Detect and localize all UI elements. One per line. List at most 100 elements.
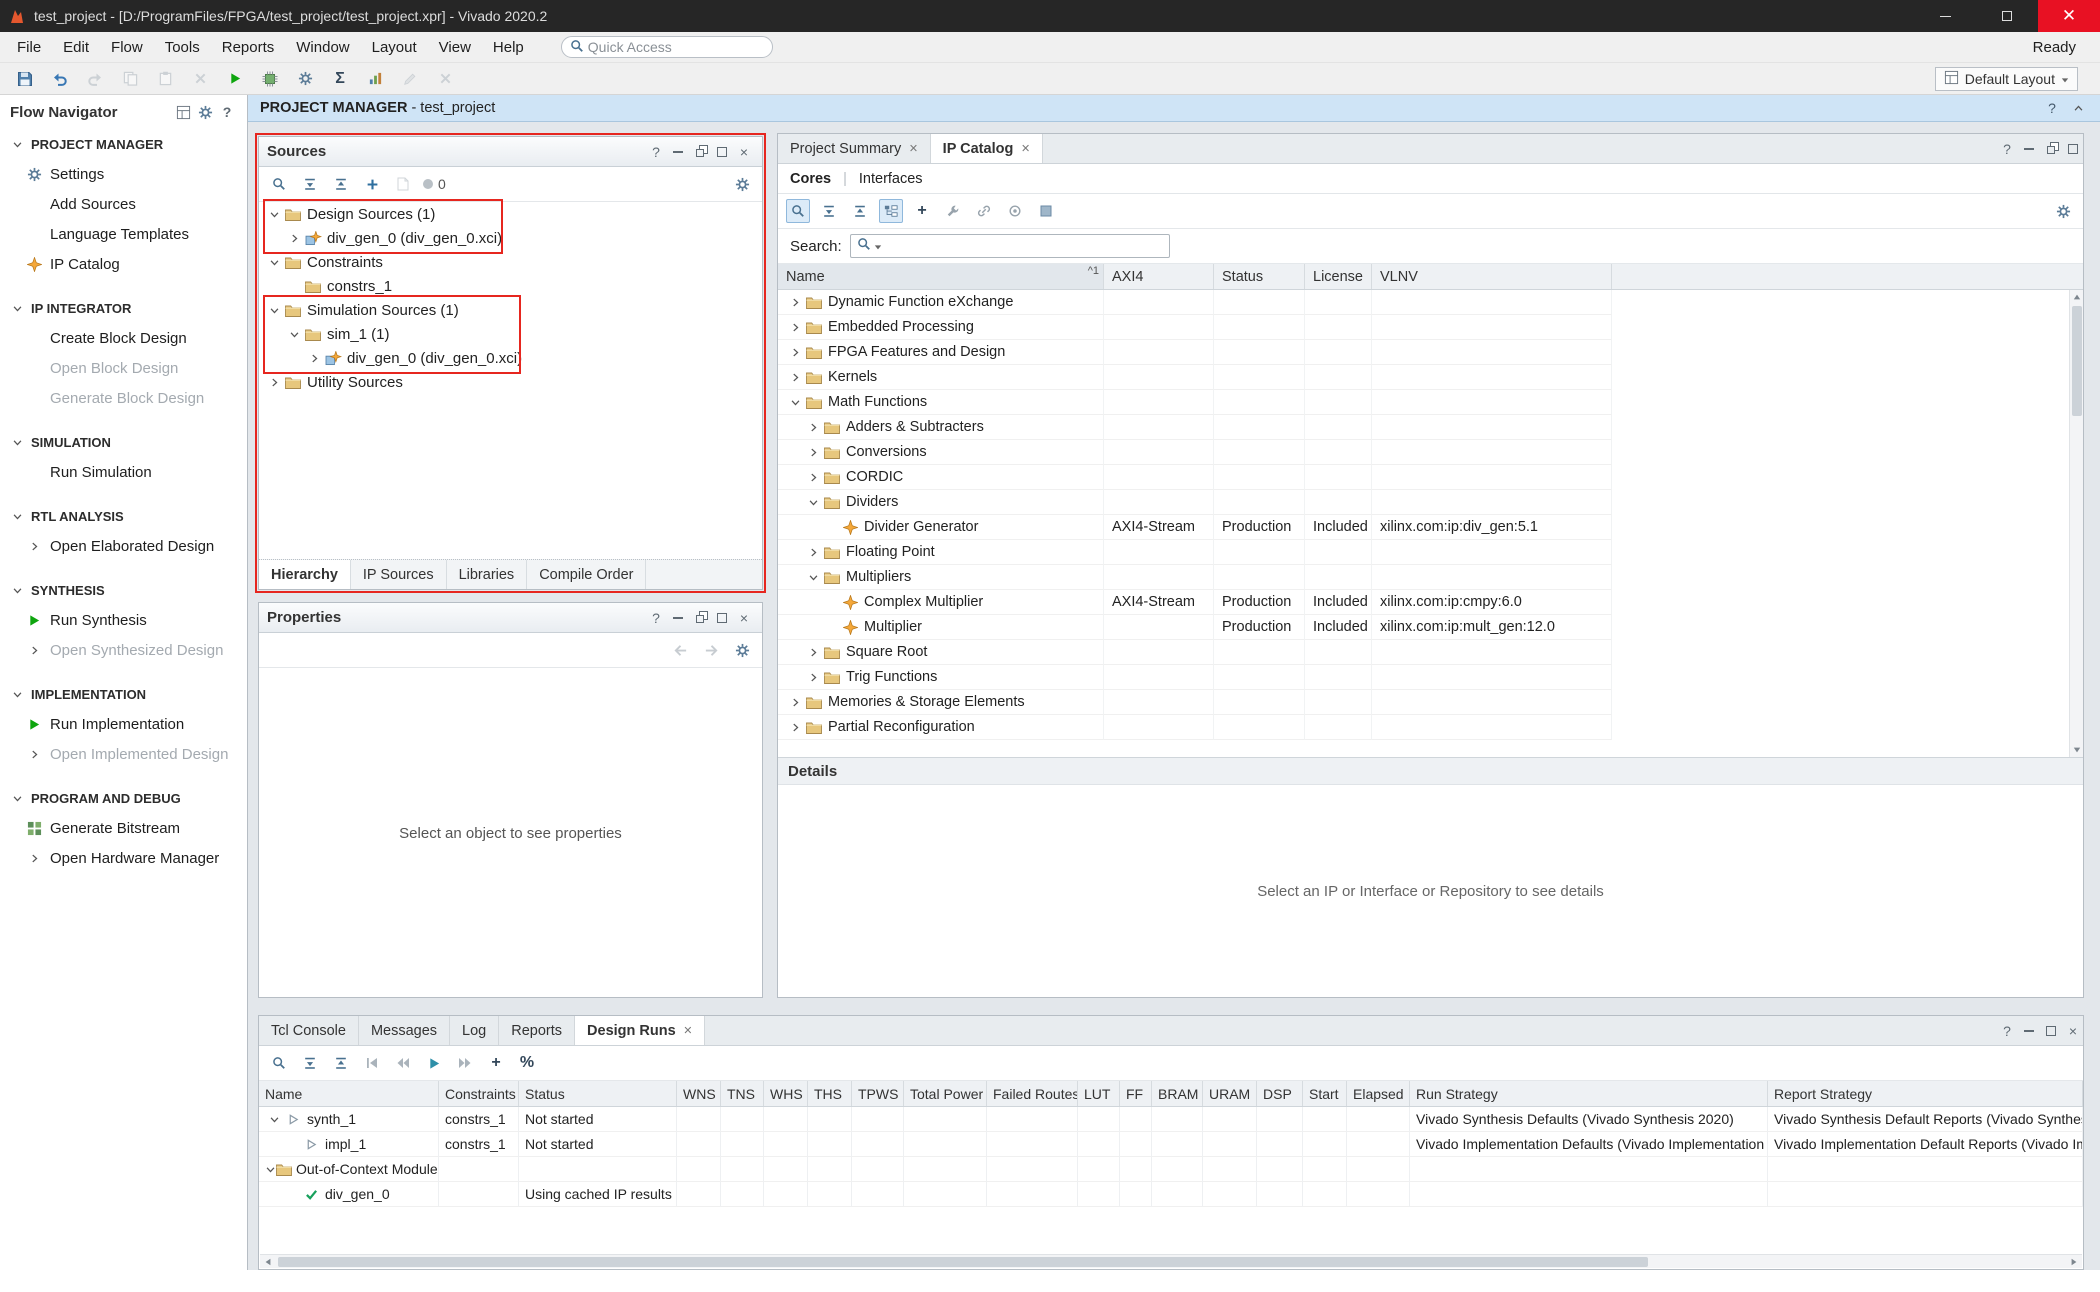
column-header-report-strategy[interactable]: Report Strategy <box>1768 1081 2083 1106</box>
scrollbar-thumb[interactable] <box>2072 306 2082 416</box>
column-header-status[interactable]: Status <box>1214 264 1305 289</box>
ip-row-floating-point[interactable]: Floating Point <box>778 540 2083 565</box>
chevron-right-icon[interactable] <box>804 422 822 433</box>
search-button[interactable] <box>786 199 810 223</box>
flow-item-ip-catalog[interactable]: IP Catalog <box>0 249 247 279</box>
tab-project-summary[interactable]: Project Summary× <box>778 134 931 163</box>
tree-row-constraints[interactable]: Constraints <box>259 250 762 274</box>
sigma-button[interactable]: Σ <box>325 66 355 92</box>
column-header-ths[interactable]: THS <box>808 1081 852 1106</box>
chevron-right-icon[interactable] <box>786 697 804 708</box>
menu-reports[interactable]: Reports <box>211 32 286 62</box>
chevron-down-icon[interactable] <box>8 585 26 596</box>
column-header-run-strategy[interactable]: Run Strategy <box>1410 1081 1768 1106</box>
chevron-down-icon[interactable] <box>8 437 26 448</box>
tab-tcl-console[interactable]: Tcl Console <box>259 1016 359 1045</box>
column-header-total-power[interactable]: Total Power <box>904 1081 987 1106</box>
min-button[interactable] <box>668 608 688 628</box>
float-button[interactable] <box>690 142 710 162</box>
tree-row-utility-sources[interactable]: Utility Sources <box>259 370 762 394</box>
menu-window[interactable]: Window <box>285 32 360 62</box>
dock-button[interactable] <box>173 102 193 122</box>
chevron-right-icon[interactable] <box>804 447 822 458</box>
target-button[interactable] <box>1003 199 1027 223</box>
settings-gear-button[interactable] <box>730 172 754 196</box>
chevron-down-icon[interactable] <box>265 1114 283 1125</box>
min-button[interactable] <box>668 142 688 162</box>
flow-item-open-implemented-design[interactable]: Open Implemented Design <box>0 739 247 769</box>
column-header-tpws[interactable]: TPWS <box>852 1081 904 1106</box>
redo-button[interactable] <box>80 66 110 92</box>
column-header-bram[interactable]: BRAM <box>1152 1081 1203 1106</box>
ip-row-fpga-features-and-design[interactable]: FPGA Features and Design <box>778 340 2083 365</box>
ip-row-adders-subtracters[interactable]: Adders & Subtracters <box>778 415 2083 440</box>
tab-design-runs[interactable]: Design Runs× <box>575 1016 705 1045</box>
column-header-tns[interactable]: TNS <box>721 1081 764 1106</box>
menu-view[interactable]: View <box>428 32 482 62</box>
delete-button[interactable] <box>185 66 215 92</box>
sources-panel-header[interactable]: Sources ?× <box>259 137 762 167</box>
chevron-down-icon[interactable] <box>8 689 26 700</box>
tab-ip-catalog[interactable]: IP Catalog× <box>931 134 1043 163</box>
chevron-down-icon[interactable] <box>8 793 26 804</box>
program-button[interactable] <box>255 66 285 92</box>
chevron-right-icon[interactable] <box>804 672 822 683</box>
chevron-right-icon[interactable] <box>786 347 804 358</box>
chevron-down-icon[interactable] <box>804 497 822 508</box>
sources-tab-compile-order[interactable]: Compile Order <box>527 560 646 589</box>
min-button[interactable] <box>2019 1021 2039 1041</box>
scroll-right-button[interactable] <box>2066 1258 2082 1266</box>
ip-row-complex-multiplier[interactable]: Complex MultiplierAXI4-StreamProductionI… <box>778 590 2083 615</box>
tree-row-constrs-1[interactable]: constrs_1 <box>259 274 762 298</box>
copy-button[interactable] <box>115 66 145 92</box>
chevron-down-icon[interactable] <box>265 305 283 316</box>
properties-panel-header[interactable]: Properties ?× <box>259 603 762 633</box>
ip-row-kernels[interactable]: Kernels <box>778 365 2083 390</box>
run-row-synth-1[interactable]: synth_1constrs_1Not startedVivado Synthe… <box>259 1107 2083 1132</box>
flow-section-header-rtl-analysis[interactable]: RTL ANALYSIS <box>0 501 247 531</box>
plusbig-button[interactable]: + <box>484 1051 508 1075</box>
menu-edit[interactable]: Edit <box>52 32 100 62</box>
max-button[interactable] <box>2041 1021 2061 1041</box>
forward-button[interactable] <box>699 638 723 662</box>
chevron-right-icon[interactable] <box>786 297 804 308</box>
scroll-down-button[interactable] <box>2070 743 2083 757</box>
chevron-down-icon[interactable] <box>8 511 26 522</box>
edit-button[interactable] <box>395 66 425 92</box>
flow-item-add-sources[interactable]: Add Sources <box>0 189 247 219</box>
chevron-right-icon[interactable] <box>786 372 804 383</box>
tab-messages[interactable]: Messages <box>359 1016 450 1045</box>
ip-row-multipliers[interactable]: Multipliers <box>778 565 2083 590</box>
ip-row-dividers[interactable]: Dividers <box>778 490 2083 515</box>
prev2-button[interactable] <box>391 1051 415 1075</box>
chevron-down-icon[interactable] <box>8 139 26 150</box>
flow-item-run-synthesis[interactable]: Run Synthesis <box>0 605 247 635</box>
skipfirst-button[interactable] <box>360 1051 384 1075</box>
help-button[interactable]: ? <box>217 102 237 122</box>
chevron-right-icon[interactable] <box>804 547 822 558</box>
settings-gear-button[interactable] <box>195 102 215 122</box>
run-row-impl-1[interactable]: impl_1constrs_1Not startedVivado Impleme… <box>259 1132 2083 1157</box>
chevron-down-icon[interactable] <box>285 329 303 340</box>
chevron-down-icon[interactable] <box>804 572 822 583</box>
save-button[interactable] <box>10 66 40 92</box>
column-header-constraints[interactable]: Constraints <box>439 1081 519 1106</box>
ip-row-partial-reconfiguration[interactable]: Partial Reconfiguration <box>778 715 2083 740</box>
float-button[interactable] <box>690 608 710 628</box>
help-button[interactable]: ? <box>1997 1021 2017 1041</box>
hier-button[interactable] <box>879 199 903 223</box>
flow-section-header-synthesis[interactable]: SYNTHESIS <box>0 575 247 605</box>
chevron-right-icon[interactable] <box>285 233 303 244</box>
ip-row-embedded-processing[interactable]: Embedded Processing <box>778 315 2083 340</box>
scroll-up-button[interactable] <box>2070 290 2083 304</box>
search-button[interactable] <box>267 1051 291 1075</box>
scrollbar-thumb[interactable] <box>278 1257 1648 1267</box>
report-button[interactable] <box>360 66 390 92</box>
column-header-vlnv[interactable]: VLNV <box>1372 264 1612 289</box>
expand-button[interactable] <box>848 199 872 223</box>
max-button[interactable] <box>2063 139 2083 159</box>
next2-button[interactable] <box>453 1051 477 1075</box>
chevron-right-icon[interactable] <box>265 377 283 388</box>
ip-row-trig-functions[interactable]: Trig Functions <box>778 665 2083 690</box>
link-button[interactable] <box>972 199 996 223</box>
